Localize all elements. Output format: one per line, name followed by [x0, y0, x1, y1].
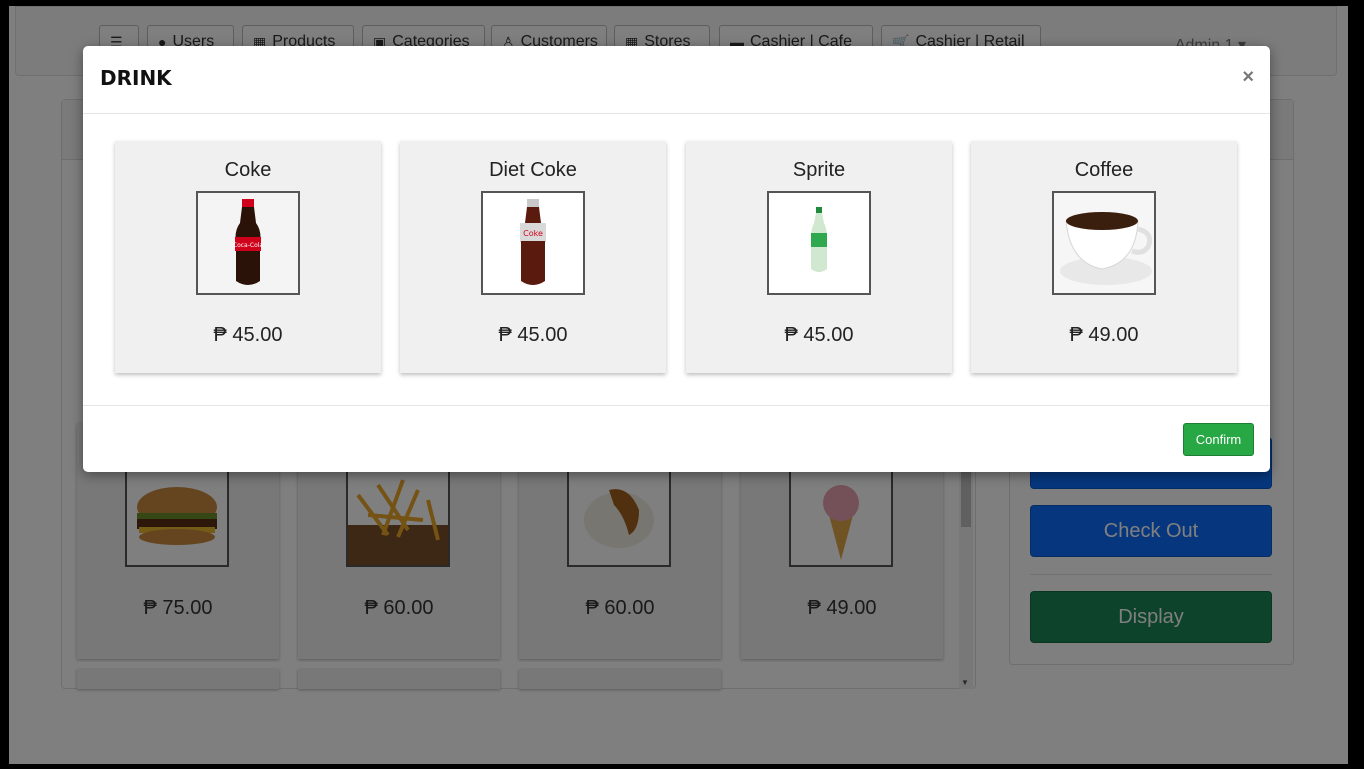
- sprite-bottle-image: [767, 191, 871, 295]
- drink-name: Diet Coke: [489, 159, 577, 181]
- drink-name: Sprite: [792, 159, 846, 181]
- modal-body: Coke Coca-Cola ₱ 45.00 Diet Coke Coke ₱ …: [83, 114, 1270, 405]
- drink-name: Coffee: [1074, 159, 1134, 181]
- drink-card-coke[interactable]: Coke Coca-Cola ₱ 45.00: [115, 141, 381, 373]
- svg-text:Coke: Coke: [523, 229, 543, 238]
- app-window: ☰ ● Users ▦ Products ▣ Categories ♙ Cust…: [9, 6, 1348, 764]
- coffee-cup-image: [1052, 191, 1156, 295]
- drink-card-diet-coke[interactable]: Diet Coke Coke ₱ 45.00: [400, 141, 666, 373]
- drink-card-sprite[interactable]: Sprite ₱ 45.00: [686, 141, 952, 373]
- drink-modal: DRINK × Coke Coca-Cola ₱ 45.00 Diet Coke…: [83, 46, 1270, 472]
- drink-card-coffee[interactable]: Coffee ₱ 49.00: [971, 141, 1237, 373]
- close-icon[interactable]: ×: [1242, 66, 1254, 89]
- modal-header: DRINK ×: [83, 46, 1270, 114]
- svg-text:Coca-Cola: Coca-Cola: [233, 242, 264, 249]
- coke-bottle-image: Coca-Cola: [196, 191, 300, 295]
- modal-footer: Confirm: [83, 405, 1270, 472]
- drink-price: ₱ 49.00: [1069, 324, 1139, 346]
- drink-price: ₱ 45.00: [498, 324, 568, 346]
- drink-price: ₱ 45.00: [213, 324, 283, 346]
- confirm-button[interactable]: Confirm: [1183, 423, 1254, 456]
- drink-price: ₱ 45.00: [784, 324, 854, 346]
- diet-coke-bottle-image: Coke: [481, 191, 585, 295]
- drink-name: Coke: [224, 159, 272, 181]
- modal-title: DRINK: [100, 66, 172, 90]
